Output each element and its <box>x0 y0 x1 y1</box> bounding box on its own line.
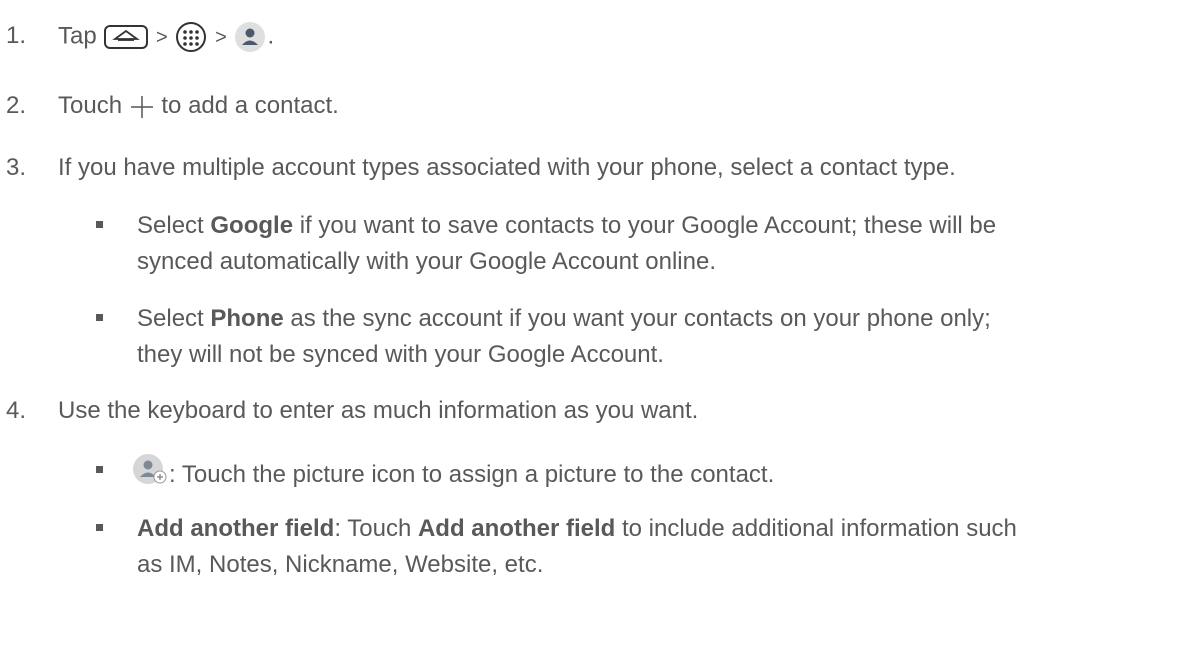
period: . <box>267 22 275 50</box>
separator: > <box>215 26 227 49</box>
bullet-marker <box>96 466 103 473</box>
bullet-phone-line1: Select Phone as the sync account if you … <box>137 302 991 335</box>
step-number: 4. <box>6 397 27 424</box>
step-text: If you have multiple account types assoc… <box>58 154 956 181</box>
bullet-field-line1: Add another field: Touch Add another fie… <box>137 512 1017 545</box>
bullet-google-line2: synced automatically with your Google Ac… <box>137 248 716 275</box>
bullet-text: Select <box>137 212 204 239</box>
bullet-text: to include additional information such <box>621 515 1017 542</box>
bullet-marker <box>96 221 103 228</box>
plus-icon <box>130 95 153 118</box>
bullet-text: if you want to save contacts to your Goo… <box>299 212 997 239</box>
home-icon <box>104 25 149 49</box>
add-field-term: Add another field <box>417 515 616 542</box>
bullet-field-line2: as IM, Notes, Nickname, Website, etc. <box>137 551 544 578</box>
apps-icon <box>176 22 207 52</box>
bullet-text: : Touch <box>334 515 412 542</box>
bullet-text: Select <box>137 305 204 332</box>
bullet-marker <box>96 524 103 531</box>
separator: > <box>156 26 168 49</box>
bullet-picture: : Touch the picture icon to assign a pic… <box>131 452 774 491</box>
step-text: Touch to add a contact. <box>58 90 339 122</box>
step-number: 2. <box>6 92 27 119</box>
touch-label: Touch <box>58 92 123 119</box>
add-picture-icon <box>133 454 167 484</box>
tap-label: Tap <box>58 22 97 50</box>
bullet-google-line1: Select Google if you want to save contac… <box>137 209 996 242</box>
add-field-term: Add another field <box>137 515 335 542</box>
step-2-rest: to add a contact. <box>161 92 339 119</box>
bullet-text: as the sync account if you want your con… <box>290 305 991 332</box>
phone-term: Phone <box>210 305 284 332</box>
google-term: Google <box>210 212 294 239</box>
bullet-text: : Touch the picture icon to assign a pic… <box>169 461 775 488</box>
step-text: Tap > > . <box>58 20 274 54</box>
bullet-phone-line2: they will not be synced with your Google… <box>137 341 664 368</box>
bullet-marker <box>96 314 103 321</box>
step-number: 1. <box>6 22 27 49</box>
contacts-icon <box>235 22 266 52</box>
step-number: 3. <box>6 154 27 181</box>
step-text: Use the keyboard to enter as much inform… <box>58 397 699 424</box>
